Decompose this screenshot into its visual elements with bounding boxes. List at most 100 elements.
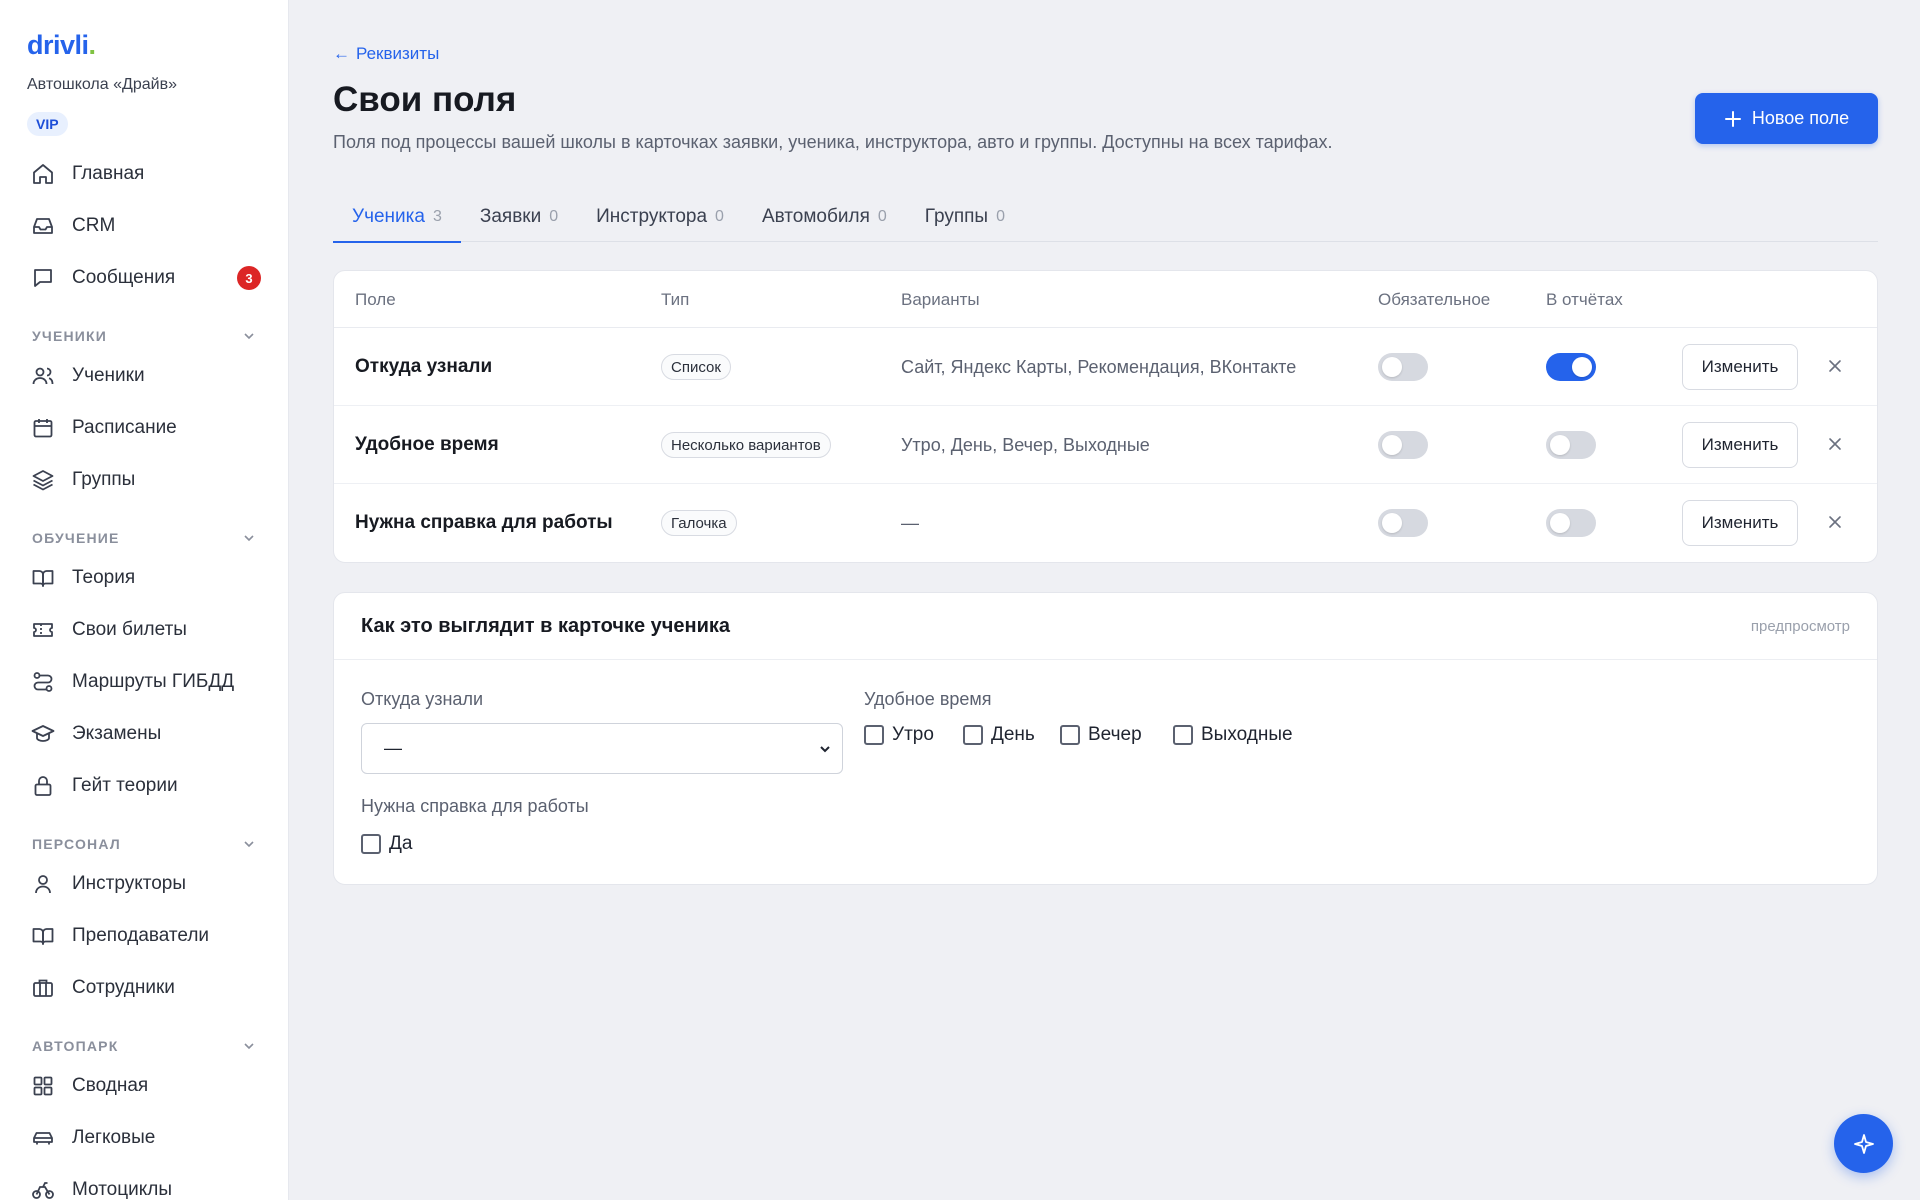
- time-option-day[interactable]: День: [963, 724, 1035, 746]
- sidebar-item-label: Мотоциклы: [72, 1179, 173, 1200]
- time-option-weekend[interactable]: Выходные: [1173, 724, 1293, 746]
- tab-application[interactable]: Заявки 0: [461, 192, 577, 242]
- sidebar-item-label: Сводная: [72, 1075, 149, 1096]
- sidebar-item-theory[interactable]: Теория: [31, 560, 261, 596]
- calendar-icon: [31, 416, 55, 440]
- edit-field-button[interactable]: Изменить: [1682, 500, 1798, 546]
- sidebar-item-students[interactable]: Ученики: [31, 358, 261, 394]
- tab-count: 0: [549, 208, 559, 225]
- arrow-left-icon: ←: [333, 44, 350, 63]
- message-icon: [31, 266, 55, 290]
- sidebar-item-label: Сообщения: [72, 267, 176, 288]
- sidebar-section-students[interactable]: УЧЕНИКИ: [32, 326, 257, 346]
- field-type-badge: Список: [661, 354, 731, 380]
- student-card-preview: Как это выглядит в карточке ученика пред…: [333, 592, 1878, 885]
- sidebar-item-label: Инструкторы: [72, 873, 187, 894]
- in-reports-toggle[interactable]: [1546, 431, 1596, 459]
- sidebar-item-summary[interactable]: Сводная: [31, 1068, 261, 1104]
- route-icon: [31, 670, 55, 694]
- sidebar-section-fleet[interactable]: АВТОПАРК: [32, 1036, 257, 1056]
- tab-instructor[interactable]: Инструктора 0: [577, 192, 743, 242]
- sidebar-item-exams[interactable]: Экзамены: [31, 716, 261, 752]
- sidebar-section-training[interactable]: ОБУЧЕНИЕ: [32, 528, 257, 548]
- column-header-required: Обязательное: [1378, 289, 1491, 309]
- sidebar-item-crm[interactable]: CRM: [31, 208, 261, 244]
- edit-field-button[interactable]: Изменить: [1682, 344, 1798, 390]
- required-toggle[interactable]: [1378, 353, 1428, 381]
- close-icon[interactable]: [1826, 513, 1846, 533]
- users-icon: [31, 364, 55, 388]
- time-field-label: Удобное время: [864, 689, 992, 709]
- assistant-button[interactable]: [1834, 1114, 1893, 1173]
- table-row: Удобное время Несколько вариантов Утро, …: [334, 406, 1877, 484]
- new-field-button[interactable]: Новое поле: [1695, 93, 1878, 144]
- sidebar-item-routes[interactable]: Маршруты ГИБДД: [31, 664, 261, 700]
- page-title: Свои поля: [333, 80, 517, 119]
- edit-field-button[interactable]: Изменить: [1682, 422, 1798, 468]
- checkbox-label: Да: [389, 833, 413, 854]
- sidebar-section-staff[interactable]: ПЕРСОНАЛ: [32, 834, 257, 854]
- tab-label: Группы: [924, 206, 989, 227]
- tab-label: Инструктора: [596, 206, 708, 227]
- source-select[interactable]: —: [361, 723, 843, 774]
- sidebar-item-home[interactable]: Главная: [31, 156, 261, 192]
- bike-icon: [31, 1178, 55, 1200]
- custom-fields-table: Поле Тип Варианты Обязательное В отчётах…: [333, 270, 1878, 563]
- sidebar-item-theory-gate[interactable]: Гейт теории: [31, 768, 261, 804]
- sidebar-item-label: Расписание: [72, 417, 177, 438]
- sidebar-item-employees[interactable]: Сотрудники: [31, 970, 261, 1006]
- user-icon: [31, 872, 55, 896]
- sidebar-item-label: Легковые: [72, 1127, 156, 1148]
- tab-student[interactable]: Ученика 3: [333, 192, 461, 243]
- sidebar-item-messages[interactable]: Сообщения 3: [31, 260, 261, 296]
- book-open-icon: [31, 924, 55, 948]
- plus-icon: [1724, 110, 1741, 127]
- sidebar-item-motorcycles[interactable]: Мотоциклы: [31, 1172, 261, 1200]
- certificate-field-label: Нужна справка для работы: [361, 796, 589, 816]
- source-field-label: Откуда узнали: [361, 689, 484, 709]
- time-option-evening[interactable]: Вечер: [1060, 724, 1142, 746]
- unread-badge: 3: [237, 266, 261, 290]
- column-header-in-reports: В отчётах: [1546, 289, 1623, 309]
- required-toggle[interactable]: [1378, 509, 1428, 537]
- required-toggle[interactable]: [1378, 431, 1428, 459]
- tab-count: 3: [432, 208, 442, 225]
- time-option-morning[interactable]: Утро: [864, 724, 934, 746]
- in-reports-toggle[interactable]: [1546, 353, 1596, 381]
- checkbox[interactable]: [1173, 725, 1193, 745]
- column-header-type: Тип: [661, 289, 690, 309]
- table-row: Откуда узнали Список Сайт, Яндекс Карты,…: [334, 328, 1877, 406]
- close-icon[interactable]: [1826, 357, 1846, 377]
- ticket-icon: [31, 618, 55, 642]
- sidebar-item-schedule[interactable]: Расписание: [31, 410, 261, 446]
- app-root: drivli. Автошкола «Драйв» VIP Главная CR…: [0, 0, 1920, 1200]
- field-name: Откуда узнали: [355, 356, 493, 377]
- grid-icon: [31, 1074, 55, 1098]
- close-icon[interactable]: [1826, 435, 1846, 455]
- brand-logo[interactable]: drivli.: [27, 30, 96, 61]
- chevron-down-icon: [244, 535, 254, 542]
- back-link[interactable]: ← Реквизиты: [333, 44, 439, 64]
- sidebar-item-label: Преподаватели: [72, 925, 210, 946]
- checkbox-label: Утро: [892, 724, 934, 745]
- sidebar-item-groups[interactable]: Группы: [31, 462, 261, 498]
- checkbox[interactable]: [1060, 725, 1080, 745]
- sidebar-item-teachers[interactable]: Преподаватели: [31, 918, 261, 954]
- checkbox[interactable]: [864, 725, 884, 745]
- tab-group[interactable]: Группы 0: [906, 192, 1024, 242]
- sidebar-item-cars[interactable]: Легковые: [31, 1120, 261, 1156]
- checkbox[interactable]: [963, 725, 983, 745]
- certificate-option-yes[interactable]: Да: [361, 833, 412, 855]
- field-variants: —: [901, 512, 919, 533]
- inbox-icon: [31, 214, 55, 238]
- layers-icon: [31, 468, 55, 492]
- tab-count: 0: [996, 208, 1005, 225]
- sidebar-item-label: Теория: [72, 567, 136, 588]
- tab-vehicle[interactable]: Автомобиля 0: [743, 192, 906, 242]
- preview-header: Как это выглядит в карточке ученика пред…: [334, 593, 1877, 660]
- in-reports-toggle[interactable]: [1546, 509, 1596, 537]
- sparkle-icon: [1853, 1133, 1874, 1154]
- checkbox[interactable]: [361, 834, 381, 854]
- sidebar-item-custom-tickets[interactable]: Свои билеты: [31, 612, 261, 648]
- sidebar-item-instructors[interactable]: Инструкторы: [31, 866, 261, 902]
